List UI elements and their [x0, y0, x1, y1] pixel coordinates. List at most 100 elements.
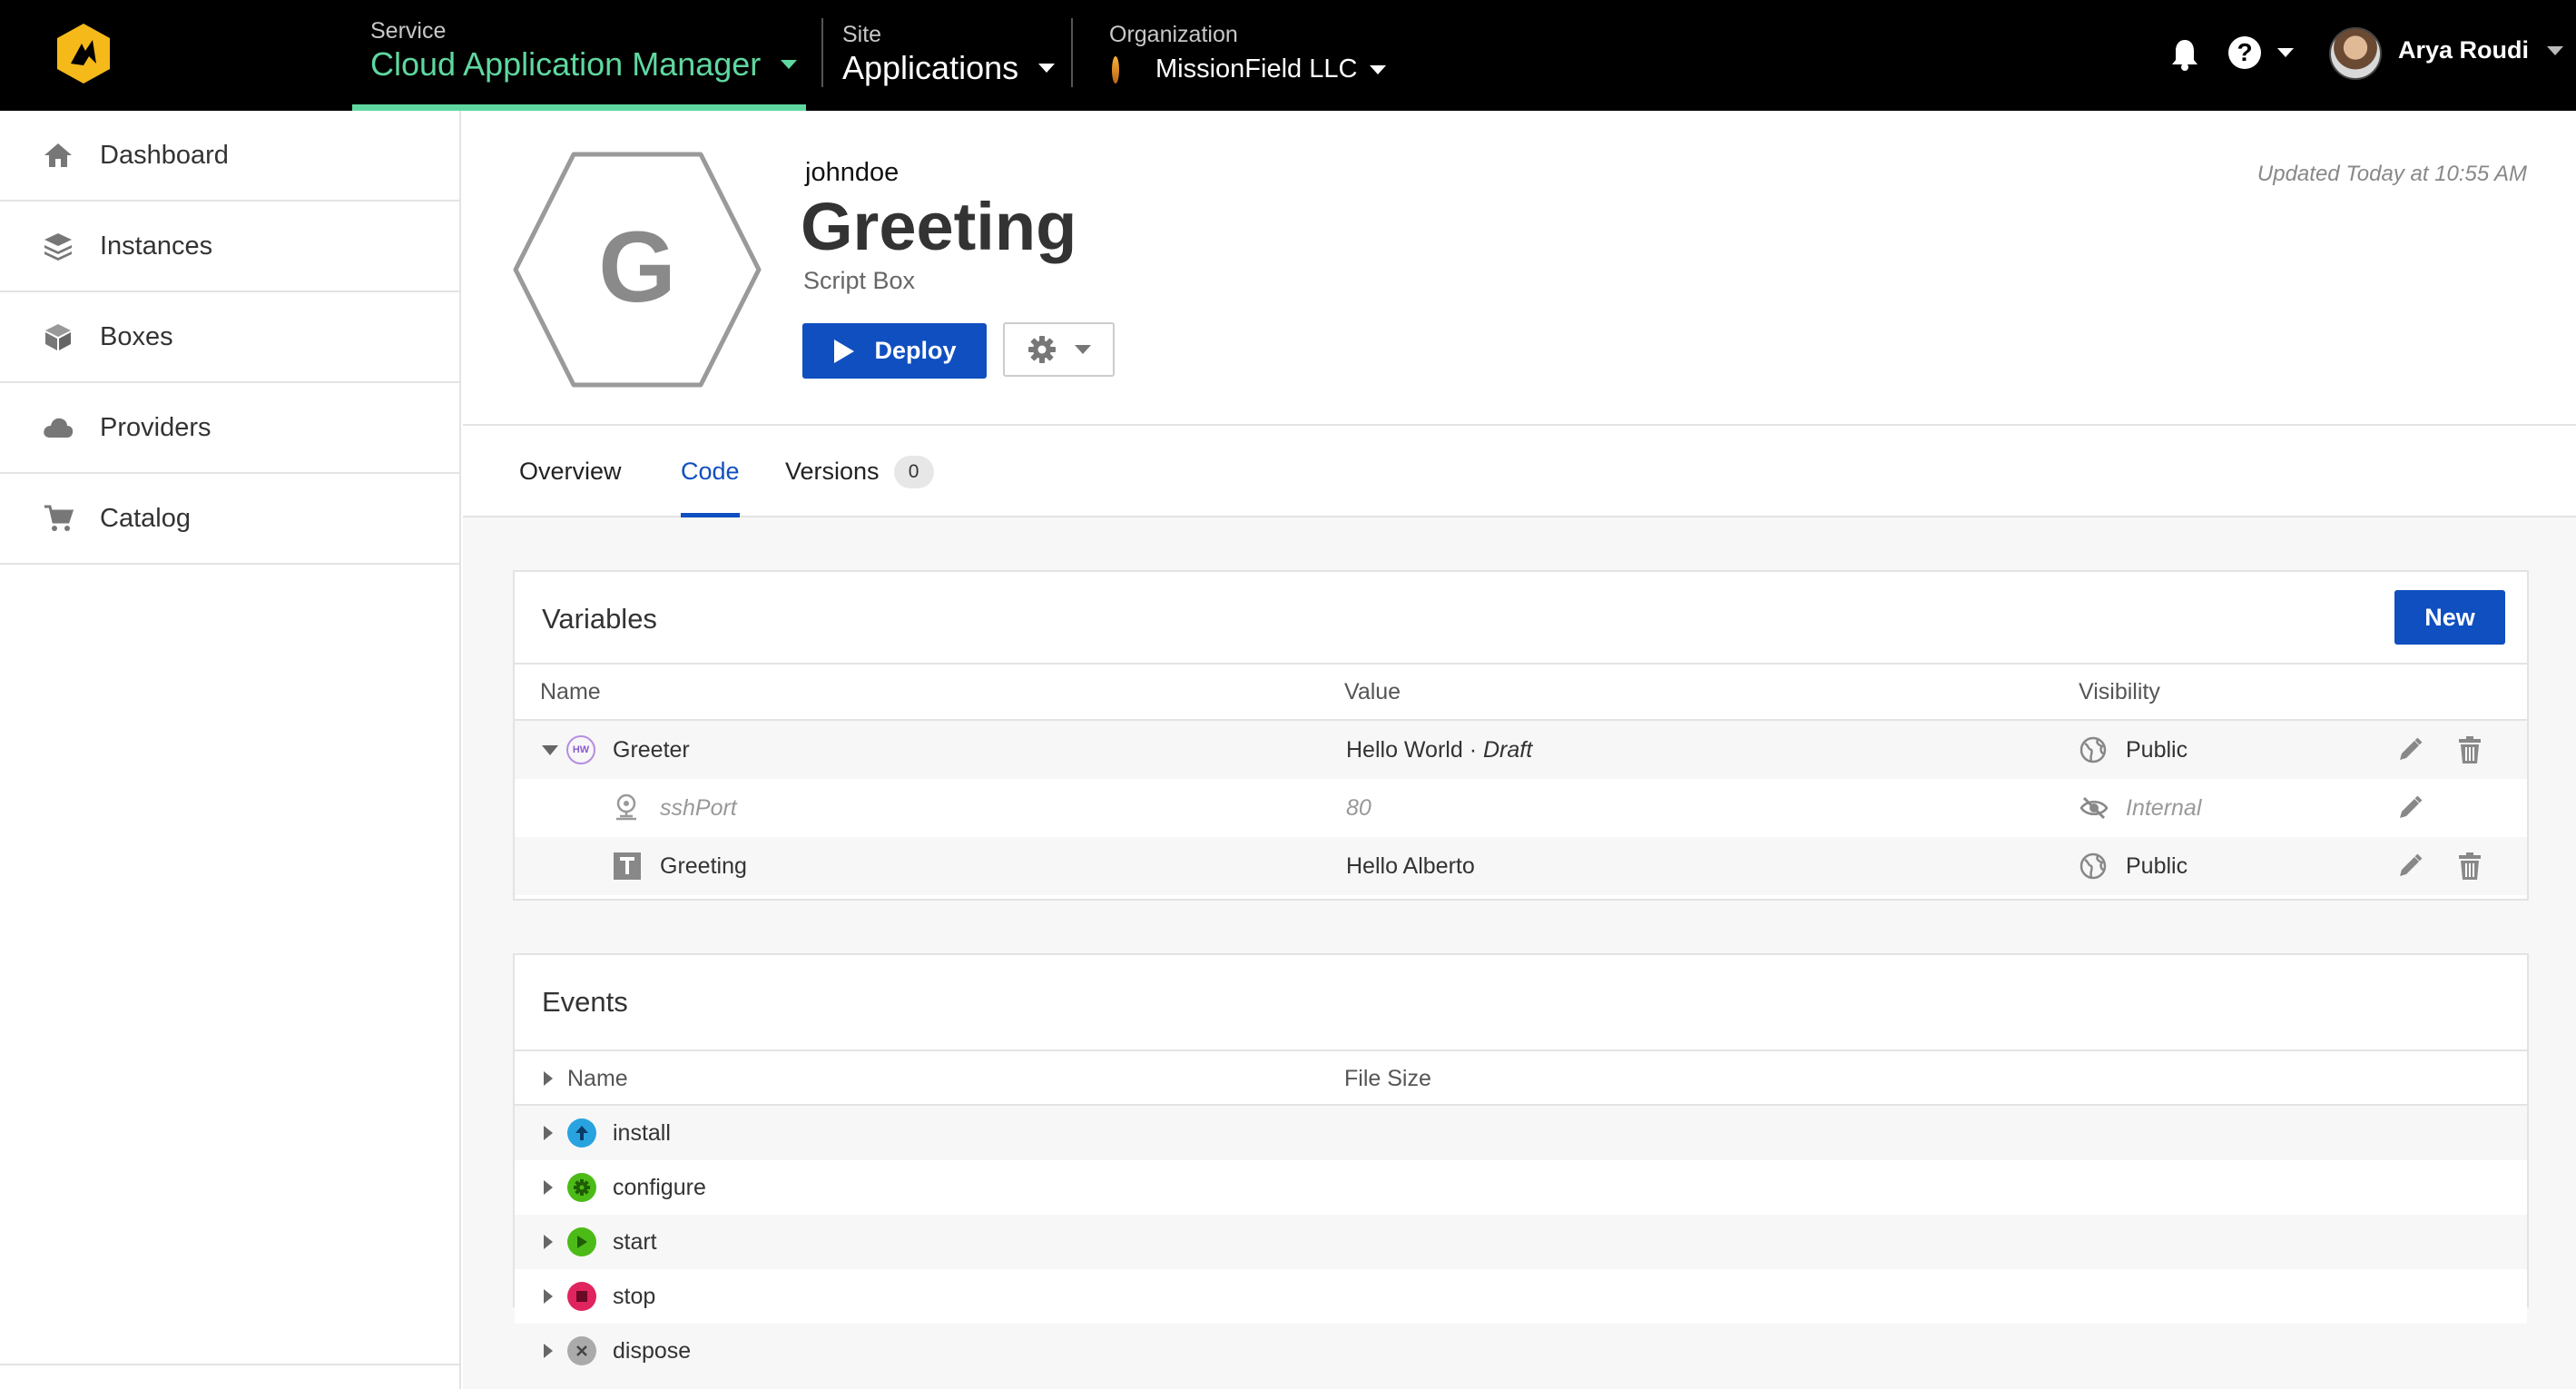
variables-panel: Variables New Name Value Visibility HW G…: [513, 570, 2529, 901]
event-cell: dispose: [567, 1324, 691, 1378]
user-menu[interactable]: Arya Roudi: [2398, 36, 2564, 64]
sidebar-divider: [0, 1364, 461, 1365]
expand-all-toggle[interactable]: [544, 1066, 553, 1092]
expand-toggle[interactable]: [544, 1160, 553, 1215]
tab-overview[interactable]: Overview: [519, 426, 622, 517]
variable-visibility: Public: [2126, 852, 2188, 879]
main-content: G johndoe Greeting Script Box Deploy Upd…: [463, 111, 2576, 1389]
delete-icon[interactable]: [2453, 734, 2486, 766]
caret-right-icon: [544, 1180, 553, 1195]
organization-logo-icon: [1112, 55, 1119, 84]
cloud-icon: [42, 411, 74, 444]
event-name: start: [613, 1228, 657, 1255]
bell-icon[interactable]: [2169, 38, 2200, 71]
sidebar-item-label: Providers: [100, 412, 211, 442]
site-selector[interactable]: Site Applications: [842, 0, 1069, 111]
eye-slash-icon: [2079, 779, 2109, 837]
table-row[interactable]: HW Greeter Hello World · Draft Public: [515, 721, 2527, 779]
box-header: G johndoe Greeting Script Box Deploy Upd…: [463, 111, 2576, 424]
sidebar-item-providers[interactable]: Providers: [0, 383, 459, 474]
user-name: Arya Roudi: [2398, 36, 2530, 64]
tab-bar: Overview Code Versions 0: [463, 424, 2576, 518]
nav-divider: [1071, 18, 1073, 87]
event-row-start[interactable]: start: [515, 1215, 2527, 1269]
page-title: Greeting: [801, 189, 1077, 264]
expand-toggle[interactable]: [544, 1324, 553, 1378]
start-icon: [567, 1227, 596, 1256]
event-cell: stop: [567, 1269, 655, 1324]
event-name: configure: [613, 1174, 706, 1200]
column-header-visibility: Visibility: [2079, 679, 2160, 704]
configure-icon: [567, 1173, 596, 1202]
top-bar: Service Cloud Application Manager Site A…: [0, 0, 2576, 111]
table-row[interactable]: Greeting Hello Alberto Public: [515, 837, 2527, 895]
sidebar-item-label: Dashboard: [100, 140, 229, 170]
table-row[interactable]: sshPort 80 Internal: [515, 779, 2527, 837]
avatar[interactable]: [2329, 27, 2382, 80]
site-caption: Site: [842, 22, 882, 47]
events-title: Events: [542, 986, 628, 1018]
variable-value: Hello Alberto: [1346, 852, 1475, 879]
box-owner: johndoe: [805, 158, 900, 187]
chevron-down-icon: [1038, 64, 1056, 73]
event-name: dispose: [613, 1337, 692, 1364]
globe-icon: [2079, 721, 2107, 779]
collapse-toggle[interactable]: [542, 721, 558, 779]
column-header-file-size: File Size: [1344, 1066, 1431, 1091]
service-selector[interactable]: Service Cloud Application Manager: [370, 0, 806, 111]
sidebar-item-boxes[interactable]: Boxes: [0, 292, 459, 383]
sidebar-item-label: Catalog: [100, 503, 191, 533]
app-logo-icon[interactable]: [54, 22, 113, 85]
edit-icon[interactable]: [2394, 850, 2426, 882]
variable-visibility: Internal: [2126, 794, 2202, 821]
new-variable-button[interactable]: New: [2394, 590, 2505, 645]
organization-value: MissionField LLC: [1112, 54, 1387, 84]
sidebar-item-dashboard[interactable]: Dashboard: [0, 111, 459, 202]
delete-icon[interactable]: [2453, 850, 2486, 882]
chevron-down-icon: [781, 60, 798, 69]
sidebar-item-instances[interactable]: Instances: [0, 202, 459, 292]
tab-label: Overview: [519, 458, 622, 485]
variable-value: Hello World · Draft: [1346, 721, 1532, 779]
caret-right-icon: [544, 1071, 553, 1086]
cart-icon: [42, 502, 74, 535]
edit-icon[interactable]: [2394, 734, 2426, 766]
caret-down-icon: [542, 744, 558, 755]
site-name: Applications: [842, 49, 1019, 86]
event-cell: install: [567, 1106, 671, 1160]
event-name: stop: [613, 1283, 656, 1309]
organization-selector[interactable]: Organization MissionField LLC: [1109, 0, 1418, 111]
edit-icon[interactable]: [2394, 792, 2426, 824]
event-row-configure[interactable]: configure: [515, 1160, 2527, 1215]
chevron-down-icon: [1370, 64, 1387, 74]
tab-versions[interactable]: Versions 0: [785, 426, 934, 517]
expand-toggle[interactable]: [544, 1269, 553, 1324]
variables-title: Variables: [542, 603, 657, 635]
cube-icon: [42, 320, 74, 353]
event-row-stop-content[interactable]: stop: [515, 1269, 2527, 1324]
variable-name: Greeting: [660, 852, 747, 879]
globe-icon: [2079, 837, 2107, 895]
event-row-install[interactable]: install: [515, 1106, 2527, 1160]
chevron-down-icon: [1074, 345, 1091, 354]
event-row-dispose[interactable]: dispose: [515, 1324, 2527, 1378]
tab-code[interactable]: Code: [681, 426, 740, 518]
help-menu[interactable]: ?: [2228, 36, 2294, 69]
events-table-header: Name File Size: [515, 1049, 2527, 1106]
expand-toggle[interactable]: [544, 1215, 553, 1269]
variables-table-header: Name Value Visibility: [515, 663, 2527, 721]
variable-value-text: Hello World ·: [1346, 736, 1483, 763]
sidebar-item-catalog[interactable]: Catalog: [0, 474, 459, 565]
variable-value-draft: Draft: [1482, 736, 1533, 763]
text-type-icon: [613, 837, 642, 895]
events-panel: Events Name File Size install configure: [513, 953, 2529, 1307]
expand-toggle[interactable]: [544, 1106, 553, 1160]
deploy-button[interactable]: Deploy: [802, 323, 987, 379]
event-cell: configure: [567, 1160, 706, 1215]
sidebar-item-label: Instances: [100, 231, 213, 261]
service-caption: Service: [370, 18, 447, 44]
versions-count-badge: 0: [893, 455, 934, 488]
settings-menu-button[interactable]: [1003, 322, 1115, 377]
help-icon: ?: [2228, 36, 2261, 69]
chevron-down-icon: [2547, 45, 2564, 55]
